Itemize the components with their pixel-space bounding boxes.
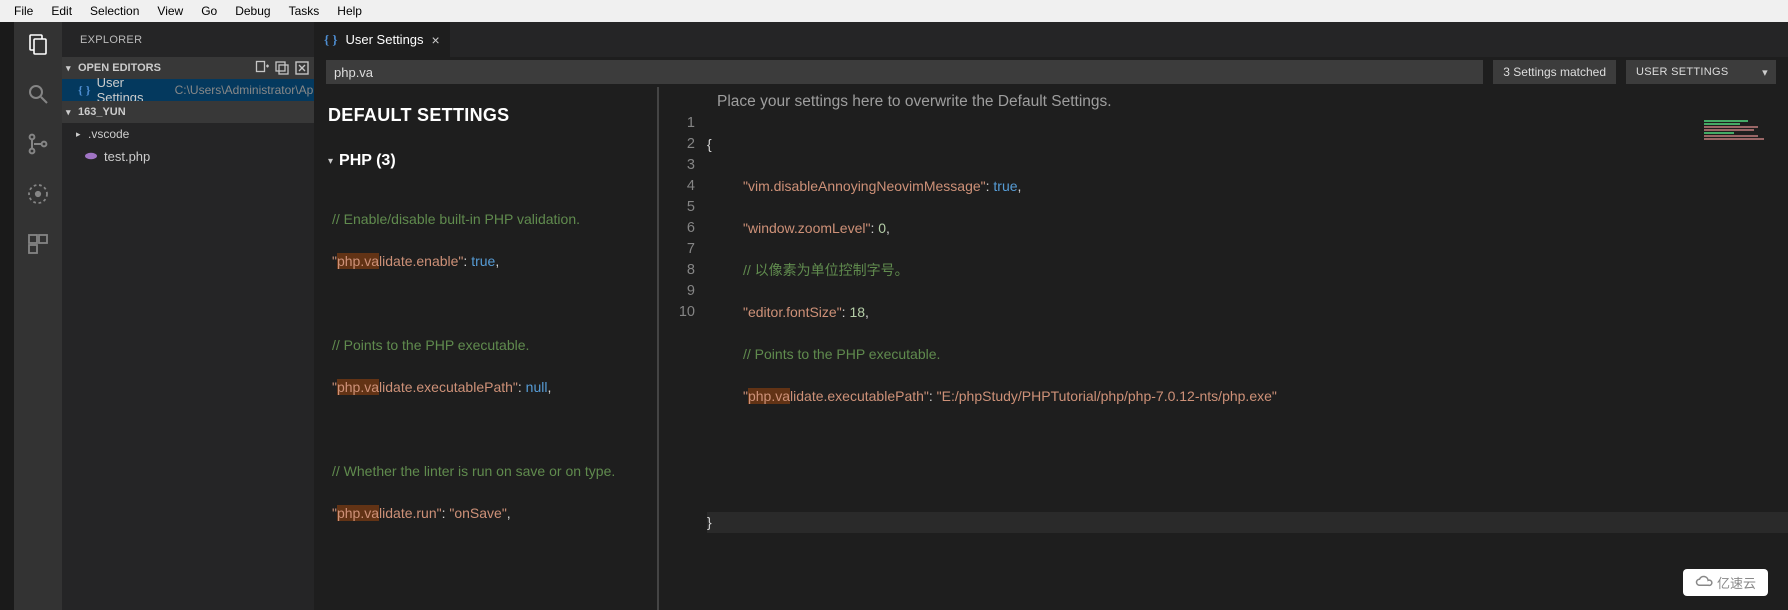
- menubar: File Edit Selection View Go Debug Tasks …: [0, 0, 1788, 22]
- file-label: test.php: [104, 149, 150, 164]
- close-icon[interactable]: ×: [432, 32, 440, 48]
- sidebar: EXPLORER ▾ OPEN EDITORS { } User Setting…: [62, 22, 314, 610]
- tab-user-settings[interactable]: { } User Settings ×: [314, 22, 451, 57]
- file-test-php[interactable]: test.php: [62, 145, 314, 167]
- json-file-icon: { }: [78, 83, 91, 97]
- menu-view[interactable]: View: [149, 2, 191, 20]
- chevron-down-icon: ▾: [66, 107, 74, 118]
- debug-icon[interactable]: [24, 180, 52, 208]
- line-gutter: 12345678910: [659, 113, 707, 610]
- chevron-down-icon: ▾: [66, 63, 74, 74]
- editor-area: { } User Settings × 3 Settings matched U…: [314, 22, 1788, 610]
- settings-search-input[interactable]: [326, 60, 1483, 84]
- default-settings-code[interactable]: // Enable/disable built-in PHP validatio…: [332, 188, 643, 566]
- save-all-icon[interactable]: [274, 60, 290, 76]
- folder-label: .vscode: [88, 127, 129, 141]
- user-settings-editor[interactable]: 12345678910 { "vim.disableAnnoyingNeovim…: [659, 113, 1788, 610]
- menu-tasks[interactable]: Tasks: [281, 2, 328, 20]
- extensions-icon[interactable]: [24, 230, 52, 258]
- folder-vscode[interactable]: ▸ .vscode: [62, 123, 314, 145]
- close-all-icon[interactable]: [294, 60, 310, 76]
- settings-search-bar: 3 Settings matched USER SETTINGS: [314, 57, 1788, 87]
- app-main: EXPLORER ▾ OPEN EDITORS { } User Setting…: [14, 22, 1788, 610]
- external-sliver: [0, 22, 14, 610]
- settings-panes: DEFAULT SETTINGS ▾ PHP (3) // Enable/dis…: [314, 87, 1788, 610]
- menu-help[interactable]: Help: [329, 2, 370, 20]
- project-name: 163_YUN: [78, 106, 126, 118]
- open-editor-item[interactable]: { } User Settings C:\Users\Administrator…: [62, 79, 314, 101]
- menu-selection[interactable]: Selection: [82, 2, 147, 20]
- user-settings-hint: Place your settings here to overwrite th…: [659, 87, 1788, 113]
- json-file-icon: { }: [324, 32, 338, 48]
- settings-group-php[interactable]: ▾ PHP (3): [328, 152, 643, 170]
- menu-file[interactable]: File: [6, 2, 41, 20]
- tab-label: User Settings: [346, 32, 424, 47]
- project-header[interactable]: ▾ 163_YUN: [62, 101, 314, 123]
- user-settings-pane: Place your settings here to overwrite th…: [659, 87, 1788, 610]
- chevron-right-icon: ▸: [76, 129, 84, 140]
- settings-scope-dropdown[interactable]: USER SETTINGS: [1626, 60, 1776, 84]
- search-icon[interactable]: [24, 80, 52, 108]
- code-lines[interactable]: { "vim.disableAnnoyingNeovimMessage": tr…: [707, 113, 1788, 610]
- new-file-icon[interactable]: [254, 60, 270, 76]
- php-file-icon: [84, 149, 98, 163]
- chevron-down-icon: ▾: [328, 156, 333, 167]
- group-label: PHP (3): [339, 152, 396, 170]
- default-settings-pane: DEFAULT SETTINGS ▾ PHP (3) // Enable/dis…: [314, 87, 657, 610]
- open-editors-label: OPEN EDITORS: [78, 62, 161, 74]
- menu-edit[interactable]: Edit: [43, 2, 80, 20]
- explorer-icon[interactable]: [24, 30, 52, 58]
- open-editor-path: C:\Users\Administrator\App...: [175, 83, 314, 97]
- default-settings-title: DEFAULT SETTINGS: [328, 105, 643, 126]
- menu-go[interactable]: Go: [193, 2, 225, 20]
- menu-debug[interactable]: Debug: [227, 2, 278, 20]
- source-control-icon[interactable]: [24, 130, 52, 158]
- activity-bar: [14, 22, 62, 610]
- tab-bar: { } User Settings ×: [314, 22, 1788, 57]
- sidebar-title: EXPLORER: [62, 22, 314, 57]
- settings-match-count: 3 Settings matched: [1493, 60, 1616, 84]
- watermark-badge: 亿速云: [1683, 569, 1768, 596]
